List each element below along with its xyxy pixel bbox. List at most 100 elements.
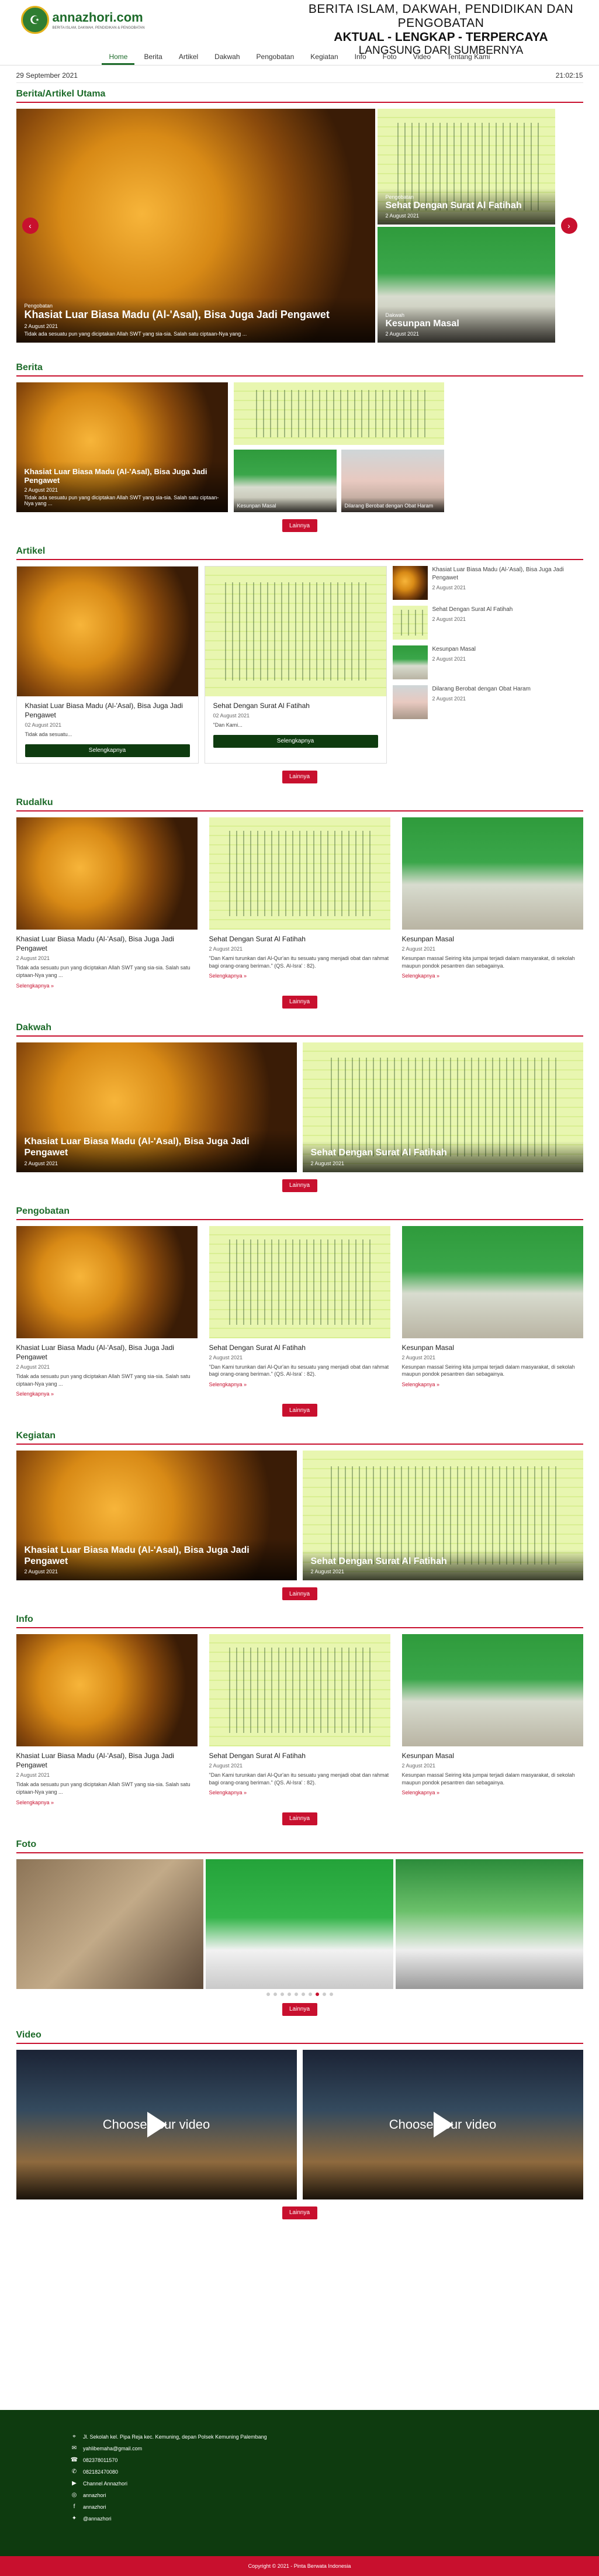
nav-dakwah[interactable]: Dakwah [207, 49, 247, 65]
artikel-card-2-button[interactable]: Selengkapnya [213, 734, 378, 748]
nav-pengobatan[interactable]: Pengobatan [250, 49, 302, 65]
kegiatan-item-2-title[interactable]: Sehat Dengan Surat Al Fatihah [311, 1556, 575, 1567]
pengobatan-card-1-title[interactable]: Khasiat Luar Biasa Madu (Al-'Asal), Bisa… [16, 1343, 198, 1362]
slider-next-icon[interactable]: › [560, 217, 577, 234]
info-card-2-title[interactable]: Sehat Dengan Surat Al Fatihah [209, 1751, 390, 1760]
rudalku-card-3-readmore[interactable]: Selengkapnya » [402, 973, 583, 979]
footer-email[interactable]: ✉ yahlibemaha@gmail.com [70, 2445, 267, 2451]
artikel-side-title-1[interactable]: Khasiat Luar Biasa Madu (Al-'Asal), Bisa… [432, 566, 583, 582]
play-icon[interactable] [433, 2111, 453, 2138]
foto-item-3[interactable] [395, 1859, 583, 1989]
rudalku-card-2-image[interactable] [209, 817, 390, 930]
info-card-3-readmore[interactable]: Selengkapnya » [402, 1790, 583, 1795]
slider-prev-icon[interactable]: ‹ [22, 217, 39, 234]
berita-item-3[interactable]: Dilarang Berobat dengan Obat Haram [341, 450, 444, 512]
nav-tentang-kami[interactable]: Tentang Kami [440, 49, 497, 65]
artikel-side-title-3[interactable]: Kesunpan Masal [432, 645, 476, 654]
footer-whatsapp[interactable]: ✆ 082182470080 [70, 2468, 267, 2475]
rudalku-card-3-image[interactable] [401, 817, 583, 930]
info-card-2-readmore[interactable]: Selengkapnya » [209, 1790, 390, 1795]
foto-dot[interactable] [287, 1992, 291, 1996]
slide-main[interactable]: Pengobatan Khasiat Luar Biasa Madu (Al-'… [16, 109, 375, 343]
footer-instagram-text[interactable]: annazhori [83, 2492, 106, 2498]
berita-more-button[interactable]: Lainnya [282, 519, 317, 532]
nav-berita[interactable]: Berita [137, 49, 169, 65]
berita-item-2-title[interactable]: Kesunpan Masal [237, 503, 333, 509]
dakwah-item-2[interactable]: Sehat Dengan Surat Al Fatihah 2 August 20… [302, 1042, 583, 1172]
artikel-side-item-1[interactable]: Khasiat Luar Biasa Madu (Al-'Asal), Bisa… [392, 566, 583, 600]
nav-kegiatan[interactable]: Kegiatan [303, 49, 345, 65]
slide-side-1[interactable]: Pengobatan Sehat Dengan Surat Al Fatihah… [377, 109, 555, 225]
foto-dot[interactable] [301, 1992, 305, 1996]
nav-info[interactable]: Info [348, 49, 373, 65]
pengobatan-card-2-readmore[interactable]: Selengkapnya » [209, 1382, 390, 1387]
footer-twitter[interactable]: ✦ @annazhori [70, 2515, 267, 2522]
pengobatan-card-3-readmore[interactable]: Selengkapnya » [402, 1382, 583, 1387]
rudalku-card-1-title[interactable]: Khasiat Luar Biasa Madu (Al-'Asal), Bisa… [16, 934, 198, 953]
foto-dot[interactable] [322, 1992, 326, 1996]
slide-title[interactable]: Khasiat Luar Biasa Madu (Al-'Asal), Bisa… [25, 309, 367, 322]
foto-dot[interactable] [329, 1992, 333, 1996]
artikel-more-button[interactable]: Lainnya [282, 770, 317, 783]
artikel-card-2-title[interactable]: Sehat Dengan Surat Al Fatihah [213, 701, 378, 710]
berita-item-1[interactable] [233, 382, 444, 445]
info-card-3-image[interactable] [401, 1634, 583, 1747]
video-player-2[interactable]: Choose your video [302, 2049, 583, 2199]
video-player-1[interactable]: Choose your video [16, 2049, 297, 2199]
nav-artikel[interactable]: Artikel [172, 49, 205, 65]
foto-dot-active[interactable] [315, 1992, 319, 1996]
foto-dot[interactable] [273, 1992, 277, 1996]
artikel-card-1-button[interactable]: Selengkapnya [25, 744, 190, 757]
artikel-card-1-title[interactable]: Khasiat Luar Biasa Madu (Al-'Asal), Bisa… [25, 701, 190, 720]
artikel-side-title-2[interactable]: Sehat Dengan Surat Al Fatihah [432, 606, 513, 614]
footer-twitter-text[interactable]: @annazhori [83, 2516, 112, 2522]
footer-phone-text[interactable]: 082378011570 [83, 2457, 117, 2463]
foto-more-button[interactable]: Lainnya [282, 2002, 317, 2016]
info-card-1-image[interactable] [16, 1634, 198, 1747]
info-more-button[interactable]: Lainnya [282, 1812, 317, 1825]
slide-side-2-title[interactable]: Kesunpan Masal [386, 318, 547, 329]
berita-main[interactable]: Khasiat Luar Biasa Madu (Al-'Asal), Bisa… [16, 382, 228, 512]
foto-dot[interactable] [294, 1992, 298, 1996]
kegiatan-item-2[interactable]: Sehat Dengan Surat Al Fatihah 2 August 20… [302, 1451, 583, 1581]
footer-facebook[interactable]: f annazhori [70, 2504, 267, 2510]
footer-instagram[interactable]: ◎ annazhori [70, 2492, 267, 2498]
foto-dot[interactable] [280, 1992, 284, 1996]
nav-foto[interactable]: Foto [376, 49, 404, 65]
artikel-side-item-3[interactable]: Kesunpan Masal 2 August 2021 [392, 645, 583, 679]
pengobatan-card-1-readmore[interactable]: Selengkapnya » [16, 1391, 198, 1397]
slide-side-2[interactable]: Dakwah Kesunpan Masal 2 August 2021 [377, 227, 555, 343]
video-more-button[interactable]: Lainnya [282, 2206, 317, 2219]
site-logo[interactable]: ☪ annazhori.com BERITA ISLAM, DAKWAH, PE… [20, 6, 145, 34]
info-card-2-image[interactable] [209, 1634, 390, 1747]
footer-youtube[interactable]: ▶ Channel Annazhori [70, 2480, 267, 2487]
pengobatan-card-3-title[interactable]: Kesunpan Masal [402, 1343, 583, 1352]
berita-main-title[interactable]: Khasiat Luar Biasa Madu (Al-'Asal), Bisa… [25, 467, 220, 485]
foto-item-2[interactable] [206, 1859, 393, 1989]
artikel-side-item-2[interactable]: Sehat Dengan Surat Al Fatihah 2 August 20… [392, 606, 583, 640]
rudalku-card-3-title[interactable]: Kesunpan Masal [402, 934, 583, 944]
pengobatan-more-button[interactable]: Lainnya [282, 1404, 317, 1417]
foto-dot[interactable] [308, 1992, 312, 1996]
kegiatan-more-button[interactable]: Lainnya [282, 1587, 317, 1601]
pengobatan-card-2-image[interactable] [209, 1225, 390, 1338]
nav-home[interactable]: Home [102, 49, 135, 65]
kegiatan-item-1-title[interactable]: Khasiat Luar Biasa Madu (Al-'Asal), Bisa… [25, 1545, 289, 1567]
foto-item-1[interactable] [16, 1859, 204, 1989]
footer-facebook-text[interactable]: annazhori [83, 2504, 106, 2510]
artikel-side-item-4[interactable]: Dilarang Berobat dengan Obat Haram 2 Augu… [392, 685, 583, 719]
play-icon[interactable] [147, 2111, 167, 2138]
nav-video[interactable]: Video [406, 49, 438, 65]
rudalku-card-1-image[interactable] [16, 817, 198, 930]
rudalku-more-button[interactable]: Lainnya [282, 995, 317, 1009]
rudalku-card-1-readmore[interactable]: Selengkapnya » [16, 983, 198, 989]
footer-phone[interactable]: ☎ 082378011570 [70, 2457, 267, 2463]
dakwah-item-1-title[interactable]: Khasiat Luar Biasa Madu (Al-'Asal), Bisa… [25, 1136, 289, 1158]
dakwah-item-1[interactable]: Khasiat Luar Biasa Madu (Al-'Asal), Bisa… [16, 1042, 297, 1172]
berita-item-3-title[interactable]: Dilarang Berobat dengan Obat Haram [345, 503, 441, 509]
slide-side-1-title[interactable]: Sehat Dengan Surat Al Fatihah [386, 200, 547, 211]
dakwah-item-2-title[interactable]: Sehat Dengan Surat Al Fatihah [311, 1147, 575, 1158]
artikel-side-title-4[interactable]: Dilarang Berobat dengan Obat Haram [432, 685, 531, 693]
artikel-card-1-image[interactable] [16, 567, 198, 696]
info-card-1-title[interactable]: Khasiat Luar Biasa Madu (Al-'Asal), Bisa… [16, 1751, 198, 1770]
